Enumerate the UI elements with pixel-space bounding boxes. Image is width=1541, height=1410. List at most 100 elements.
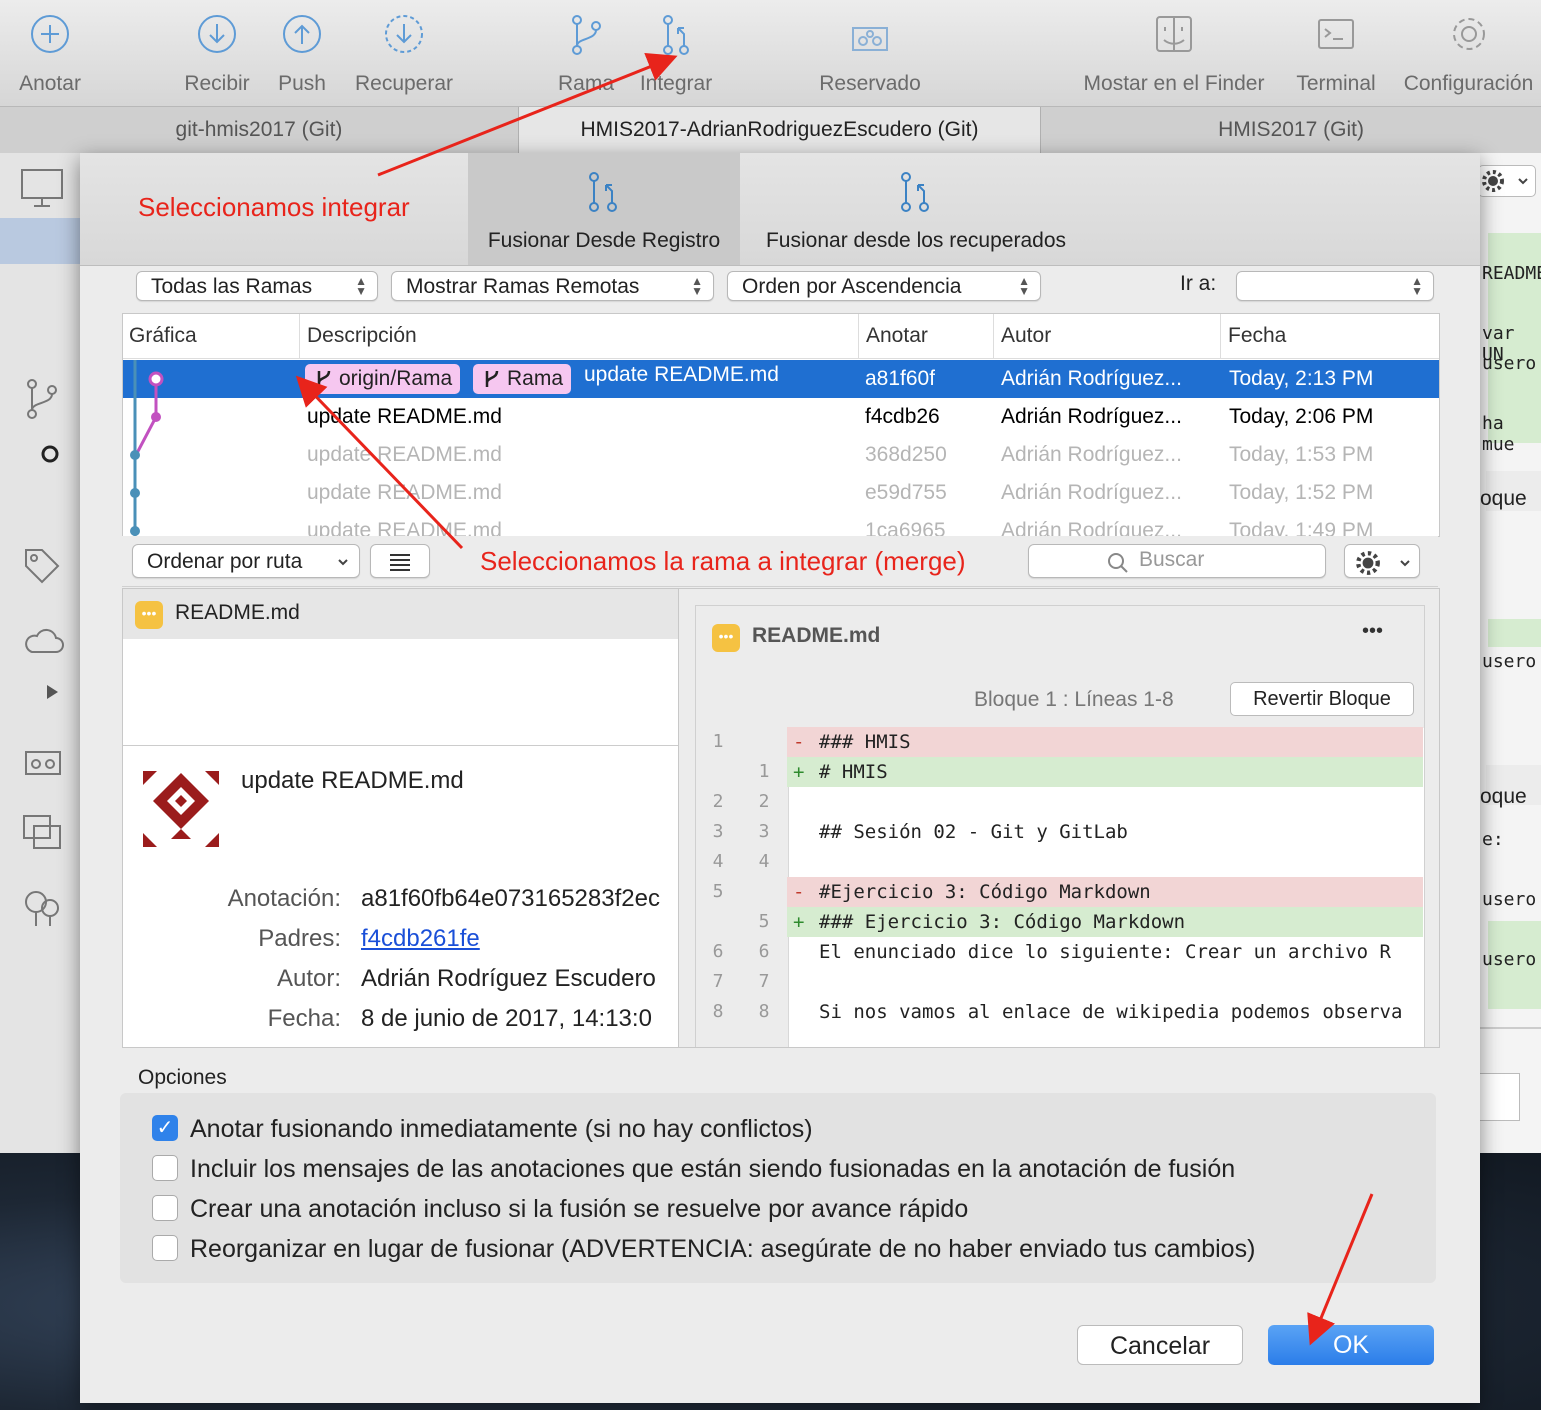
- revert-hunk-button[interactable]: Revertir Bloque: [1230, 682, 1414, 716]
- submodules-icon[interactable]: [22, 814, 62, 850]
- file-row-selected[interactable]: ••• README.md: [123, 589, 679, 639]
- new-line-number: 3: [758, 821, 770, 842]
- plus-circle-icon: [31, 15, 69, 53]
- gear-icon: [1452, 18, 1485, 50]
- partial-gear-menu[interactable]: [1478, 165, 1536, 197]
- goto-popup[interactable]: ▲ ▼: [1236, 271, 1434, 301]
- column-header-graph[interactable]: Gráfica: [123, 314, 300, 358]
- old-line-number: 3: [712, 821, 724, 842]
- diff-line: 3 3 ## Sesión 02 - Git y GitLab: [695, 817, 1423, 847]
- commit-button[interactable]: Anotar: [0, 0, 100, 106]
- column-header-commit[interactable]: Anotar: [860, 314, 994, 358]
- branch-badge[interactable]: Rama: [473, 364, 572, 394]
- branch-button[interactable]: Rama: [550, 0, 622, 106]
- diff-line: 5 - #Ejercicio 3: Código Markdown: [695, 877, 1423, 907]
- push-button[interactable]: Push: [266, 0, 338, 106]
- right-partial-panel: README var UN usero ha mue oque usero oq…: [1478, 153, 1541, 1153]
- stash-button[interactable]: Reservado: [808, 0, 932, 106]
- divider: [1478, 1027, 1541, 1029]
- value-commit: a81f60fb64e073165283f2ec: [361, 885, 660, 912]
- search-input[interactable]: Buscar: [1028, 544, 1326, 578]
- order-popup[interactable]: Orden por Ascendencia ▲ ▼: [727, 271, 1041, 301]
- fragment: usero: [1482, 889, 1537, 910]
- graph-node: [130, 450, 140, 460]
- diff-text: ### HMIS: [819, 731, 911, 753]
- options-gear-menu[interactable]: [1344, 544, 1420, 578]
- fragment[interactable]: oque: [1480, 785, 1527, 809]
- branch-icon: [485, 370, 499, 387]
- old-line-number: 6: [712, 941, 724, 962]
- tab-hmis2017[interactable]: HMIS2017 (Git): [1041, 107, 1541, 153]
- commit-row[interactable]: origin/Rama Rama update README.md a81f60…: [123, 360, 1439, 398]
- branch-badge[interactable]: origin/Rama: [305, 364, 461, 394]
- sort-by-path-popup[interactable]: Ordenar por ruta: [132, 544, 360, 578]
- diff-sign: -: [793, 731, 805, 753]
- tab-merge-from-log[interactable]: Fusionar Desde Registro: [468, 153, 740, 265]
- new-line-number: 1: [758, 761, 770, 782]
- old-line-number: 1: [712, 731, 724, 752]
- checkbox[interactable]: [152, 1195, 178, 1221]
- gear-icon: [1482, 170, 1504, 192]
- tab-git-hmis2017[interactable]: git-hmis2017 (Git): [0, 107, 519, 153]
- commit-row[interactable]: update README.md f4cdb26 Adrián Rodrígue…: [123, 398, 1439, 436]
- pull-button[interactable]: Recibir: [172, 0, 262, 106]
- diff-line: 6 6 El enunciado dice lo siguiente: Crear …: [695, 937, 1423, 967]
- checkbox-checked[interactable]: ✓: [152, 1115, 178, 1141]
- new-line-number: 8: [758, 1001, 770, 1022]
- commit-list: Gráfica Descripción Anotar Autor Fecha o…: [122, 313, 1440, 537]
- tag-icon[interactable]: [22, 546, 62, 586]
- fragment[interactable]: oque: [1480, 487, 1527, 511]
- diff-file-header: ••• README.md •••: [696, 606, 1424, 669]
- settings-button[interactable]: Configuración: [1396, 0, 1541, 106]
- parent-link[interactable]: f4cdb261fe: [361, 925, 480, 953]
- fragment: ha mue: [1482, 413, 1515, 455]
- branches-filter-popup[interactable]: Todas las Ramas ▲ ▼: [136, 271, 378, 301]
- hunk-header: Bloque 1 : Líneas 1-8 Revertir Bloque: [788, 668, 1424, 728]
- column-header-description[interactable]: Descripción: [301, 314, 859, 358]
- commit-row[interactable]: update README.md 368d250 Adrián Rodrígue…: [123, 436, 1439, 474]
- updown-arrows-icon: ▲ ▼: [1018, 274, 1030, 298]
- modified-file-icon: •••: [712, 624, 740, 652]
- diff-line: 5 + ### Ejercicio 3: Código Markdown: [695, 907, 1423, 937]
- merge-icon: [663, 15, 689, 55]
- new-line-number: 4: [758, 851, 770, 872]
- column-header-author[interactable]: Autor: [995, 314, 1221, 358]
- subtree-icon[interactable]: [22, 888, 62, 928]
- list-view-button[interactable]: [370, 544, 430, 578]
- diff-text: Si nos vamos al enlace de wikipedia pode…: [819, 1001, 1403, 1023]
- updown-arrows-icon: ▲ ▼: [355, 274, 367, 298]
- commit-row[interactable]: update README.md 1ca6965 Adrián Rodrígue…: [123, 512, 1439, 536]
- label-author: Autor:: [276, 965, 341, 992]
- checkbox[interactable]: [152, 1155, 178, 1181]
- remote-branches-popup[interactable]: Mostrar Ramas Remotas ▲ ▼: [391, 271, 714, 301]
- old-line-number: 5: [712, 881, 724, 902]
- show-in-finder-button[interactable]: Mostar en el Finder: [1070, 0, 1278, 106]
- partial-text-field[interactable]: [1478, 1073, 1520, 1121]
- options-title: Opciones: [138, 1066, 227, 1089]
- terminal-button[interactable]: Terminal: [1288, 0, 1384, 106]
- branches-icon[interactable]: [22, 378, 62, 420]
- workspace-icon[interactable]: [20, 168, 64, 208]
- more-options-icon[interactable]: •••: [1362, 620, 1383, 643]
- cancel-button[interactable]: Cancelar: [1077, 1325, 1243, 1365]
- diff-line: 44: [695, 847, 1423, 877]
- updown-arrows-icon: ▲ ▼: [691, 274, 703, 298]
- modified-file-icon: •••: [135, 601, 163, 629]
- stash-list-icon[interactable]: [24, 744, 62, 776]
- new-line-number: 5: [758, 911, 770, 932]
- tab-hmis2017-adrian[interactable]: HMIS2017-AdrianRodriguezEscudero (Git): [519, 107, 1041, 153]
- diff-sign: +: [793, 911, 805, 933]
- cloud-icon[interactable]: [22, 626, 64, 656]
- checkbox[interactable]: [152, 1235, 178, 1261]
- ok-button[interactable]: OK: [1268, 1325, 1434, 1365]
- merge-button[interactable]: Integrar: [630, 0, 722, 106]
- disclosure-triangle-icon[interactable]: [44, 684, 60, 700]
- fragment: README: [1482, 263, 1541, 284]
- diff-add-block: [1488, 619, 1541, 647]
- tab-merge-from-fetched[interactable]: Fusionar desde los recuperados: [744, 153, 1088, 265]
- commit-row[interactable]: update README.md e59d755 Adrián Rodrígue…: [123, 474, 1439, 512]
- label-commit: Anotación:: [227, 885, 341, 912]
- column-header-date[interactable]: Fecha: [1222, 314, 1439, 358]
- fetch-button[interactable]: Recuperar: [346, 0, 462, 106]
- value-author: Adrián Rodríguez Escudero: [361, 965, 656, 992]
